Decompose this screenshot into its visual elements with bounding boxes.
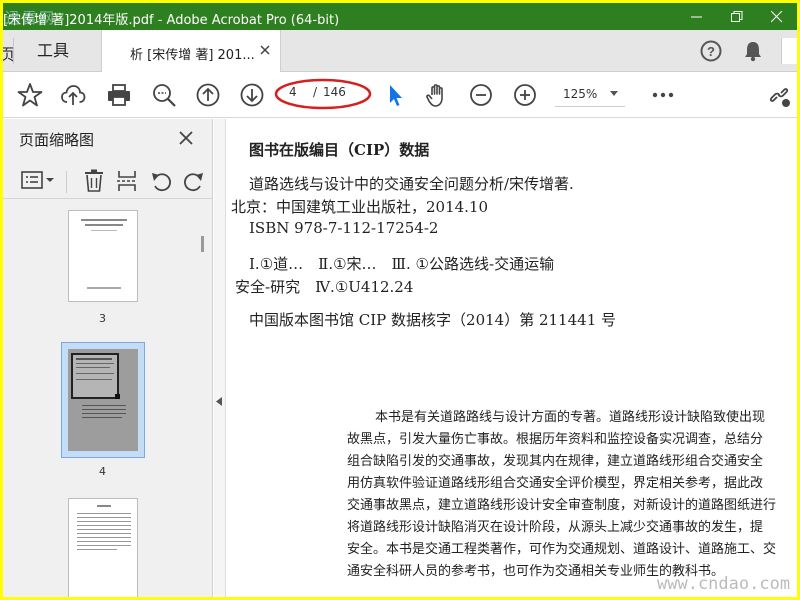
panel-splitter[interactable] — [214, 119, 226, 597]
select-pointer-icon[interactable] — [382, 82, 408, 108]
account-avatar[interactable] — [781, 38, 797, 64]
thumbnail-toolbar — [3, 163, 213, 199]
tab-divider — [13, 38, 14, 64]
zoom-level-select[interactable]: 125% — [563, 87, 597, 101]
thumbnail-page-5[interactable] — [68, 498, 138, 597]
tab-bar: 页 工具 析 [宋传增 著] 201... ? — [3, 30, 797, 73]
app-frame: [宋传增 著]2014年版.pdf - Adobe Acrobat Pro (6… — [3, 3, 797, 597]
cip-line: ISBN 978-7-112-17254-2 — [249, 219, 439, 237]
zoom-in-icon[interactable] — [512, 82, 538, 108]
zoom-field-underline — [555, 106, 625, 107]
window-controls — [677, 3, 797, 30]
body-line: 将道路线形设计缺陷消灭在设计阶段，从源头上减少交通事故的发生，提 — [347, 520, 764, 535]
thumbnail-list: 3 4 — [3, 200, 203, 597]
tab-document-label: 析 [宋传增 著] 201... — [130, 48, 255, 63]
options-menu-icon[interactable] — [21, 169, 55, 191]
cip-line: 中国版本图书馆 CIP 数据核字（2014）第 211441 号 — [249, 311, 617, 329]
close-window-button[interactable] — [757, 3, 797, 30]
watermark-logo: 迅雷网 — [5, 9, 57, 27]
close-icon — [771, 11, 783, 23]
restore-button[interactable] — [717, 3, 757, 30]
main-toolbar: 4 / 146 125% — [3, 72, 797, 118]
zoom-search-icon[interactable] — [151, 82, 177, 108]
share-link-icon[interactable] — [766, 82, 792, 108]
chevron-down-icon[interactable] — [610, 91, 620, 97]
body-line: 故黑点，引发大量伤亡事故。根据历年资料和监控设备实况调查，总结分 — [347, 432, 764, 447]
page-number-field[interactable]: 4 / 146 — [283, 82, 348, 106]
tab-tools[interactable]: 工具 — [15, 30, 100, 72]
body-line: 安全。本书是交通工程类著作，可作为交通规划、道路设计、道路施工、交 — [347, 542, 777, 557]
thumbnail-page-3[interactable] — [68, 210, 138, 302]
body-line: 组合缺陷引发的交通事故，发现其内在规律，建立道路线形组合交通安全 — [347, 454, 764, 469]
restore-icon — [731, 11, 743, 22]
minimize-icon — [691, 16, 702, 18]
hand-tool-icon[interactable] — [424, 82, 450, 108]
close-tab-icon[interactable] — [259, 44, 271, 56]
rotate-counterclockwise-icon[interactable] — [150, 169, 172, 193]
rotate-clockwise-icon[interactable] — [183, 169, 205, 193]
tab-home[interactable]: 页 — [3, 30, 15, 72]
title-bar: [宋传增 著]2014年版.pdf - Adobe Acrobat Pro (6… — [3, 3, 797, 30]
thumbnail-scrollbar[interactable] — [201, 236, 204, 252]
body-line: 本书是有关道路路线与设计方面的专著。道路线形设计缺陷致使出现 — [375, 410, 766, 425]
cip-line: 北京：中国建筑工业出版社，2014.10 — [231, 198, 489, 216]
panel-title: 页面缩略图 — [19, 131, 95, 149]
page-separator: / — [313, 85, 318, 99]
tab-document[interactable]: 析 [宋传增 著] 201... — [101, 30, 281, 73]
thumbnail-label-page-3: 3 — [99, 312, 106, 325]
notifications-bell-icon[interactable] — [742, 40, 764, 62]
tab-tools-label: 工具 — [37, 41, 70, 60]
more-tools-icon[interactable] — [650, 82, 676, 108]
print-icon[interactable] — [106, 82, 132, 108]
page-thumbnails-panel: 页面缩略图 3 4 — [3, 119, 213, 597]
upload-cloud-icon[interactable] — [60, 82, 86, 108]
svg-text:?: ? — [707, 44, 715, 59]
close-panel-icon[interactable] — [179, 131, 193, 145]
next-page-icon[interactable] — [239, 82, 265, 108]
body-line: 用仿真软件验证道路线形组合交通安全评价模型，界定相关参考，据此改 — [347, 476, 764, 491]
cip-line: 安全-研究 Ⅳ.①U412.24 — [235, 278, 414, 296]
site-watermark: www.cndao.com — [657, 574, 791, 594]
help-icon[interactable]: ? — [700, 40, 722, 62]
extract-pages-icon[interactable] — [116, 169, 138, 193]
delete-trash-icon[interactable] — [83, 169, 105, 193]
body-line: 交通事故黑点，建立道路线形设计安全审查制度，对新设计的道路图纸进行 — [347, 498, 777, 513]
current-page-input[interactable]: 4 — [289, 85, 297, 99]
cip-heading: 图书在版编目（CIP）数据 — [249, 141, 430, 159]
thumbnail-page-4-selected[interactable] — [61, 342, 145, 458]
previous-page-icon[interactable] — [195, 82, 221, 108]
total-pages: 146 — [323, 85, 346, 99]
thumbnail-label-page-4: 4 — [99, 465, 106, 478]
minimize-button[interactable] — [677, 3, 717, 30]
cip-line: 道路选线与设计中的交通安全问题分析/宋传增著. — [249, 175, 574, 193]
toolbar-divider — [66, 171, 67, 193]
bookmark-star-icon[interactable] — [17, 82, 43, 108]
zoom-out-icon[interactable] — [468, 82, 494, 108]
document-view: 图书在版编目（CIP）数据 道路选线与设计中的交通安全问题分析/宋传增著. 北京… — [227, 119, 797, 597]
collapse-panel-arrow-icon[interactable] — [216, 397, 224, 407]
cip-line: Ⅰ.①道… Ⅱ.①宋… Ⅲ. ①公路选线-交通运输 — [249, 255, 555, 273]
